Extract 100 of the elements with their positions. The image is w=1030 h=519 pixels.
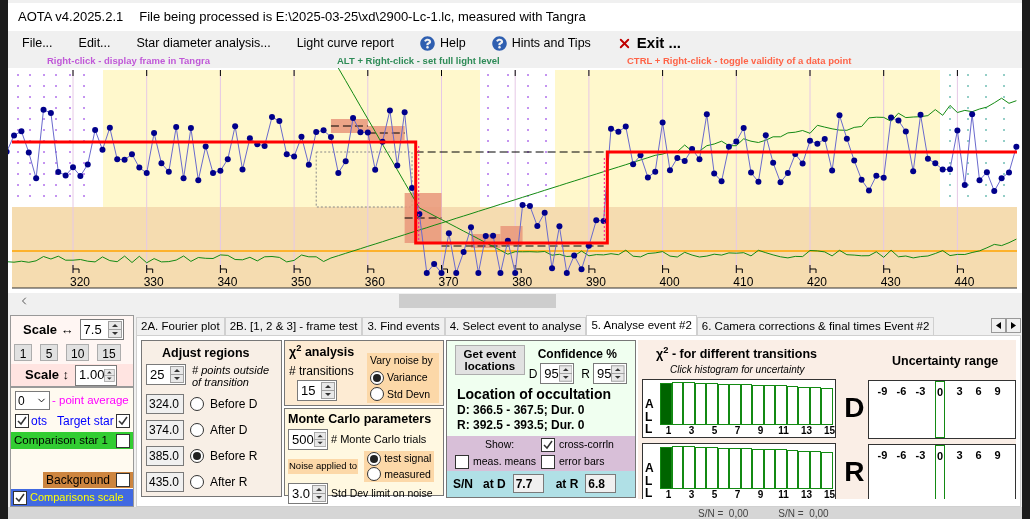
value-field[interactable]: 6.8 (585, 474, 617, 493)
tab[interactable]: 6. Camera corrections & final times Event #2 (696, 317, 935, 335)
scale-preset-button[interactable]: 5 (40, 344, 58, 361)
tab-scroll-left-button[interactable] (991, 318, 1006, 333)
histogram-bar[interactable] (752, 448, 764, 489)
checkbox[interactable] (116, 473, 131, 487)
tick-label: 9 (994, 447, 1001, 463)
radio-button[interactable] (367, 451, 382, 466)
bar-label: 11 (777, 488, 790, 499)
spinner-arrows-icon[interactable] (170, 365, 184, 383)
scale-preset-button[interactable]: 1 (14, 344, 32, 361)
menu-item[interactable]: Hints and Tips (491, 33, 591, 53)
value-field[interactable]: 374.0 (146, 419, 184, 440)
tab-scroll-right-button[interactable] (1006, 318, 1021, 333)
menu-item[interactable]: Edit... (78, 33, 111, 53)
spinner-arrows-icon[interactable] (321, 381, 335, 399)
menu-item[interactable]: Light curve report (296, 33, 394, 53)
histogram-bar[interactable] (706, 446, 718, 489)
spinner-arrows-icon[interactable] (107, 321, 122, 338)
value-field[interactable]: 435.0 (146, 471, 184, 492)
tab[interactable]: 5. Analyse event #2 (586, 315, 697, 335)
histogram-bar[interactable] (729, 383, 741, 425)
menu-item[interactable]: Help (419, 33, 466, 53)
uncertainty-panel[interactable]: -9 -6 -3 0 3 6 9 (868, 443, 1016, 499)
histogram-panel[interactable]: ALL 1 3 5 7 9 11 13 15 (642, 378, 837, 438)
histogram-bar[interactable] (660, 382, 672, 425)
number-field[interactable]: 1.00 (75, 364, 118, 386)
histogram-bar[interactable] (683, 382, 695, 425)
tab[interactable]: 4. Select event to analyse (444, 317, 587, 335)
checkbox[interactable] (541, 454, 555, 469)
histogram-panel[interactable]: ALL 1 3 5 7 9 11 13 15 (642, 442, 837, 499)
option-label: cross-corrln (559, 437, 614, 452)
menu-item[interactable]: Star diameter analysis... (136, 33, 271, 53)
number-field[interactable]: 95 (593, 363, 627, 384)
histogram-bar[interactable] (775, 449, 787, 489)
spinner-arrows-icon[interactable] (312, 485, 326, 503)
histogram-bar[interactable] (660, 446, 672, 489)
sn-readout: S/N = 0,00 (698, 507, 749, 519)
number-field[interactable]: 7.5 (79, 319, 124, 340)
uncertainty-panel[interactable]: -9 -6 -3 0 3 6 9 (868, 379, 1016, 439)
histogram-bar[interactable] (729, 447, 741, 489)
axis-tick-label: 330 (143, 275, 164, 289)
axis-tick-label: 390 (585, 275, 606, 289)
radio-button[interactable] (367, 467, 382, 482)
tab[interactable]: 3. Find events (362, 317, 445, 335)
radio-button[interactable] (190, 448, 204, 463)
number-field[interactable]: 95 (540, 363, 575, 384)
number-field[interactable]: 15 (297, 379, 337, 401)
histogram-bar[interactable] (775, 385, 787, 425)
get-event-locations-button[interactable]: Get event locations (455, 345, 525, 375)
spinner-arrows-icon[interactable] (313, 430, 326, 448)
checkbox[interactable] (115, 414, 130, 428)
scrollbar-thumb[interactable] (399, 293, 556, 308)
tab[interactable]: 2A. Fourier plot (136, 317, 225, 335)
bar-label: 3 (687, 424, 696, 436)
series-label: Target star (57, 413, 114, 430)
checkbox[interactable] (15, 414, 29, 428)
histogram-bar[interactable] (821, 387, 833, 425)
radio-button[interactable] (190, 474, 204, 489)
axis-tick-label: 440 (954, 275, 975, 289)
histogram-bar[interactable] (798, 450, 810, 489)
scale-preset-button[interactable]: 10 (66, 344, 90, 361)
hint-text: CTRL + Right-click - toggle validity of a data point (627, 54, 852, 69)
radio-button[interactable] (370, 387, 384, 402)
group-title: Vary noise by (370, 353, 434, 368)
value-field[interactable]: 324.0 (146, 393, 184, 414)
scale-preset-button[interactable]: 15 (97, 344, 121, 361)
number-field[interactable]: 25 (146, 363, 186, 385)
bar-label: 5 (710, 424, 719, 436)
histogram-bar[interactable] (821, 451, 833, 489)
tick-label: -6 (896, 447, 907, 463)
hint-text: ALT + Right-click - set full light level (337, 54, 501, 69)
bar-label: 5 (710, 488, 719, 499)
menu-item[interactable]: File... (22, 33, 53, 53)
histogram-bar[interactable] (706, 382, 718, 425)
value-field[interactable]: 7.7 (512, 474, 544, 493)
radio-button[interactable] (370, 370, 384, 385)
value-field[interactable]: 385.0 (146, 445, 184, 466)
checkbox[interactable] (541, 437, 555, 452)
tab[interactable]: 2B. [1, 2 & 3] - frame test (224, 317, 363, 335)
histogram-bar[interactable] (752, 384, 764, 425)
dropdown[interactable]: 0 (15, 391, 50, 410)
tick-label: -9 (877, 447, 888, 463)
spinner-arrows-icon[interactable] (611, 365, 625, 382)
radio-button[interactable] (190, 422, 204, 437)
spinner-arrows-icon[interactable] (558, 365, 573, 382)
menu-item[interactable]: Exit ... (616, 31, 682, 55)
checkbox[interactable] (13, 490, 27, 505)
radio-button[interactable] (190, 396, 204, 411)
std-dev-label: Std Dev limit on noise (331, 485, 433, 501)
show-label: Show: (485, 437, 516, 452)
number-field[interactable]: 3.0 (288, 483, 328, 505)
light-curve-drawing[interactable] (8, 68, 1020, 289)
histogram-bar[interactable] (683, 446, 695, 489)
number-field[interactable]: 500 (288, 428, 328, 450)
axis-tick-label: 350 (291, 275, 312, 289)
confidence-label: D (528, 365, 538, 383)
checkbox[interactable] (116, 433, 130, 448)
checkbox[interactable] (455, 454, 469, 469)
histogram-bar[interactable] (798, 386, 810, 425)
